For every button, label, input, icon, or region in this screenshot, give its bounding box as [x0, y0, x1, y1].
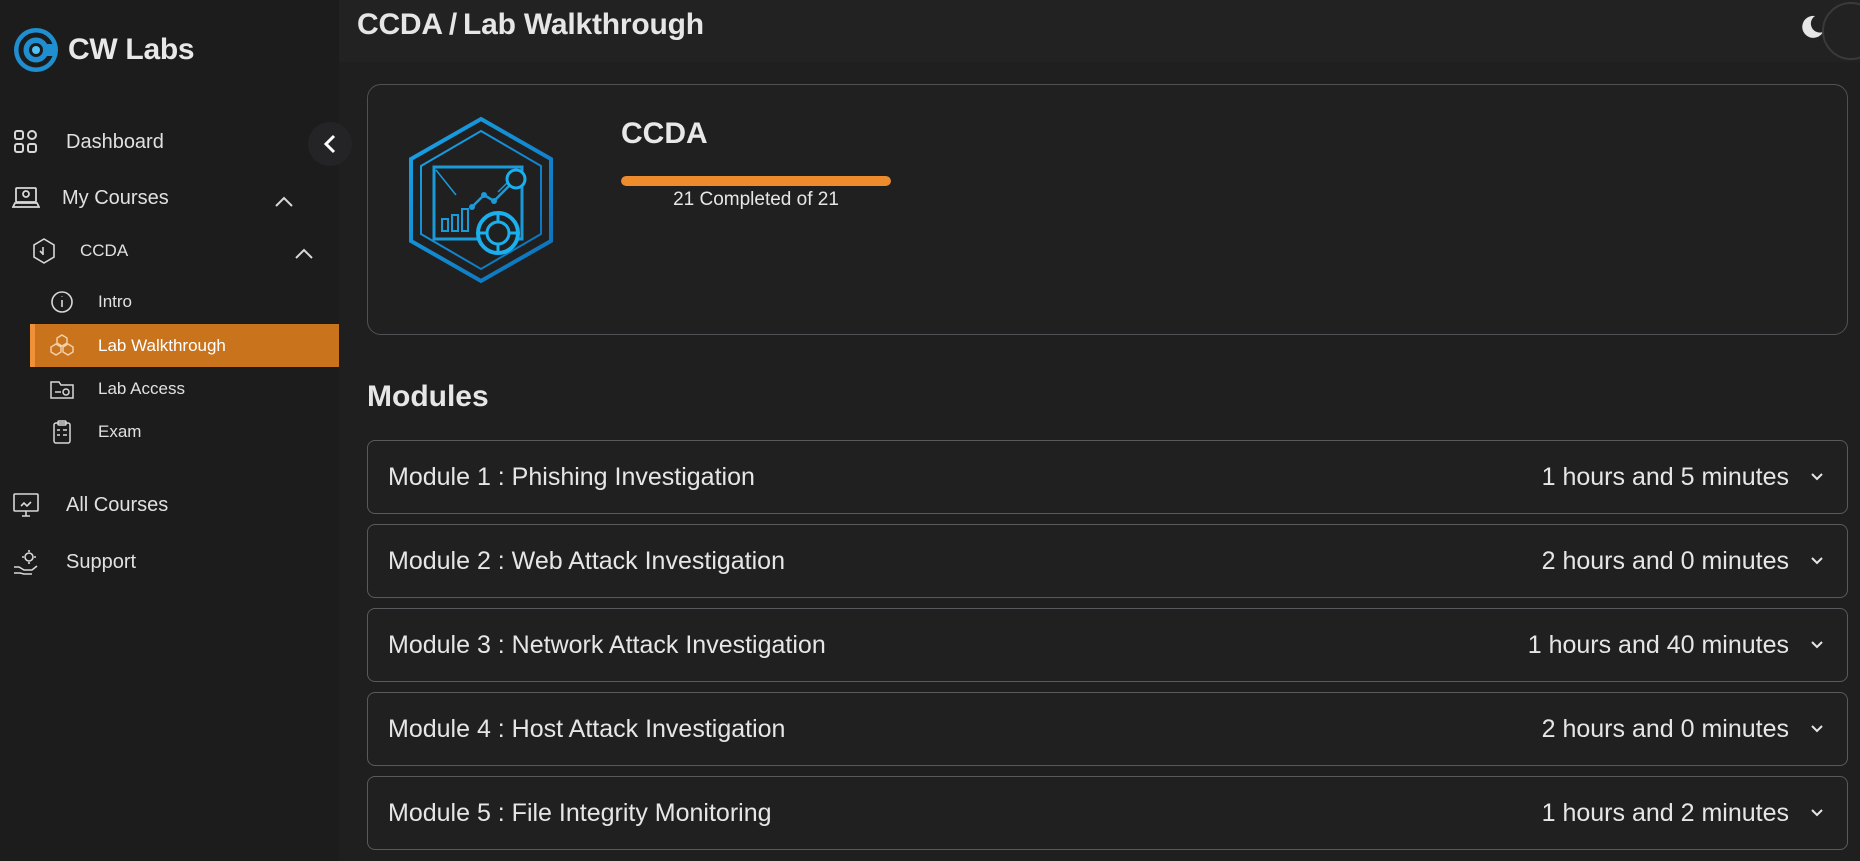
brand-logo-icon — [14, 28, 58, 72]
sidebar-item-label: Exam — [98, 422, 142, 441]
course-progress-fill — [621, 176, 891, 186]
module-title: Module 1 : Phishing Investigation — [388, 462, 755, 491]
sidebar-item-label: Intro — [98, 292, 133, 311]
sidebar-item-lab-access[interactable]: Lab Access — [48, 375, 185, 403]
sidebar-item-ccda[interactable]: CCDA — [30, 237, 128, 265]
sidebar-item-label: Support — [66, 550, 137, 573]
info-icon — [48, 288, 76, 316]
module-duration: 2 hours and 0 minutes — [1541, 546, 1789, 575]
sidebar-item-label: My Courses — [62, 186, 169, 209]
module-accordion-row[interactable]: Module 3 : Network Attack Investigation 1… — [367, 608, 1848, 682]
clipboard-icon — [48, 418, 76, 446]
analytics-hexagon-icon — [409, 116, 553, 284]
sidebar-item-all-courses[interactable]: All Courses — [12, 491, 168, 519]
chevron-down-icon[interactable] — [1809, 555, 1825, 567]
module-duration: 2 hours and 0 minutes — [1541, 714, 1789, 743]
breadcrumb-separator: / — [448, 8, 458, 41]
modules-heading: Modules — [367, 380, 489, 413]
sidebar-item-lab-walkthrough[interactable]: Lab Walkthrough — [48, 332, 226, 360]
laptop-course-icon — [12, 184, 40, 212]
brand[interactable]: CW Labs — [12, 26, 195, 74]
folder-icon — [48, 375, 76, 403]
sidebar: CW Labs Dashboard My Courses CCDA Intro … — [0, 0, 339, 861]
moon-icon — [1802, 15, 1823, 38]
chevron-left-icon — [323, 134, 336, 154]
chevron-down-icon[interactable] — [1809, 723, 1825, 735]
sidebar-collapse-button[interactable] — [308, 122, 352, 166]
sidebar-item-dashboard[interactable]: Dashboard — [12, 128, 164, 156]
module-duration: 1 hours and 40 minutes — [1527, 630, 1789, 659]
sidebar-item-exam[interactable]: Exam — [48, 418, 141, 446]
app-root: CW Labs Dashboard My Courses CCDA Intro … — [0, 0, 1860, 861]
chevron-up-icon[interactable] — [273, 195, 295, 209]
cubes-icon — [48, 332, 76, 360]
breadcrumb-current: Lab Walkthrough — [463, 8, 704, 41]
sidebar-item-my-courses[interactable]: My Courses — [12, 184, 169, 212]
sidebar-item-label: Dashboard — [66, 130, 164, 153]
brand-name: CW Labs — [68, 33, 195, 66]
sidebar-item-intro[interactable]: Intro — [48, 288, 132, 316]
main-content: CCDA 21 Completed of 21 Modules Module 1… — [339, 62, 1860, 861]
module-duration: 1 hours and 2 minutes — [1541, 798, 1789, 827]
sidebar-item-label: All Courses — [66, 493, 169, 516]
module-accordion-row[interactable]: Module 1 : Phishing Investigation 1 hours… — [367, 440, 1848, 514]
course-title: CCDA — [621, 117, 708, 150]
module-accordion-row[interactable]: Module 2 : Web Attack Investigation 2 hou… — [367, 524, 1848, 598]
support-hand-gear-icon — [12, 548, 40, 576]
sidebar-item-label: CCDA — [80, 241, 129, 260]
top-header: CCDA / Lab Walkthrough — [339, 0, 1860, 62]
module-list: Module 1 : Phishing Investigation 1 hours… — [367, 440, 1848, 860]
chevron-down-icon[interactable] — [1809, 471, 1825, 483]
chevron-up-icon[interactable] — [293, 247, 315, 261]
course-progress-bar — [621, 176, 891, 186]
course-summary-card: CCDA 21 Completed of 21 — [367, 84, 1848, 335]
sidebar-item-label: Lab Access — [98, 379, 185, 398]
sidebar-item-support[interactable]: Support — [12, 548, 136, 576]
breadcrumb-course[interactable]: CCDA — [357, 8, 443, 41]
chevron-down-icon[interactable] — [1809, 639, 1825, 651]
module-title: Module 5 : File Integrity Monitoring — [388, 798, 772, 827]
grid-icon — [12, 128, 40, 156]
module-title: Module 3 : Network Attack Investigation — [388, 630, 826, 659]
monitor-courses-icon — [12, 491, 40, 519]
module-accordion-row[interactable]: Module 4 : Host Attack Investigation 2 ho… — [367, 692, 1848, 766]
module-title: Module 2 : Web Attack Investigation — [388, 546, 785, 575]
hexagon-course-icon — [30, 237, 58, 265]
chevron-down-icon[interactable] — [1809, 807, 1825, 819]
sidebar-item-label: Lab Walkthrough — [98, 336, 226, 355]
course-progress-text: 21 Completed of 21 — [673, 189, 839, 210]
module-title: Module 4 : Host Attack Investigation — [388, 714, 786, 743]
module-accordion-row[interactable]: Module 5 : File Integrity Monitoring 1 ho… — [367, 776, 1848, 850]
breadcrumb: CCDA / Lab Walkthrough — [357, 8, 704, 42]
module-duration: 1 hours and 5 minutes — [1541, 462, 1789, 491]
